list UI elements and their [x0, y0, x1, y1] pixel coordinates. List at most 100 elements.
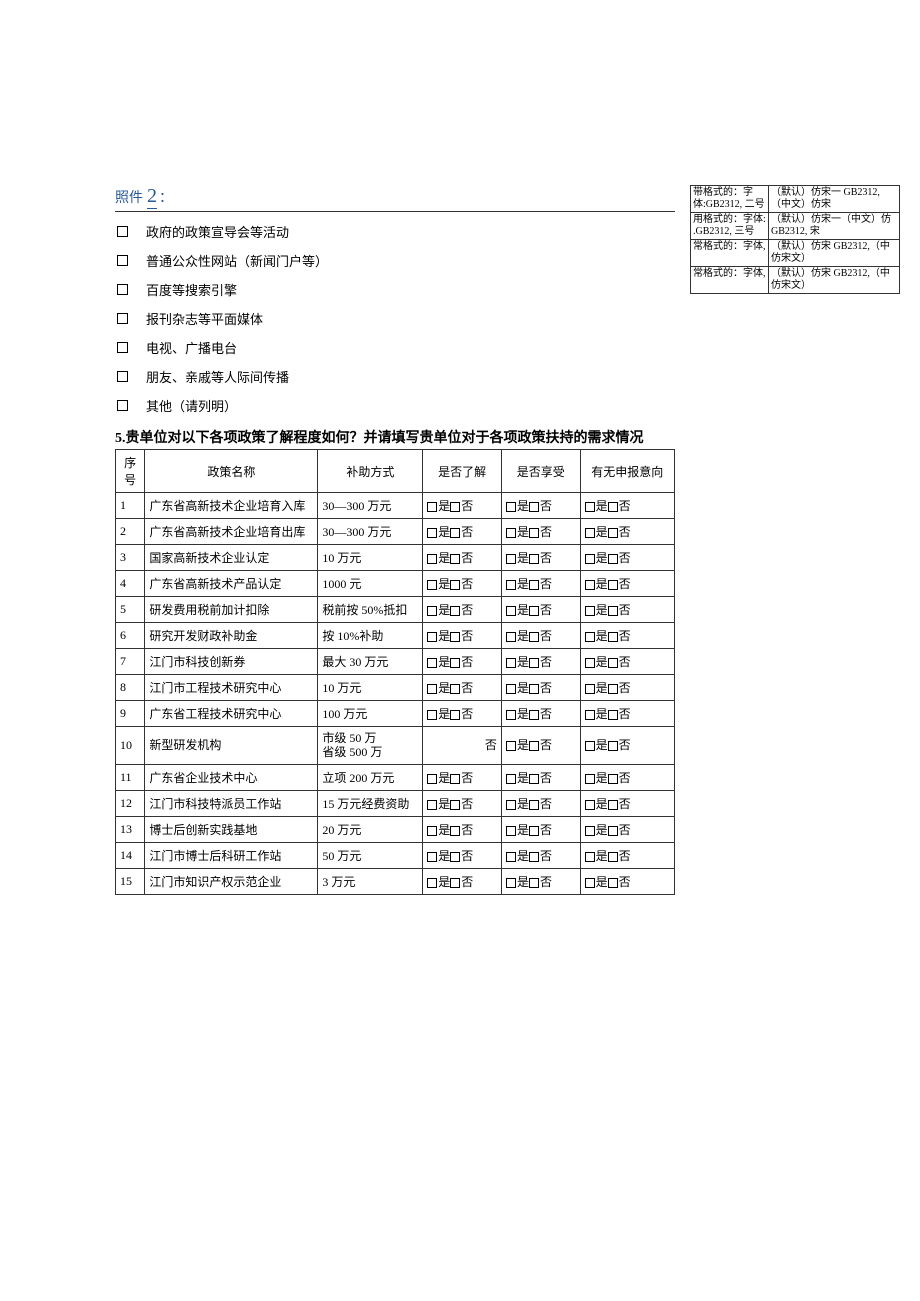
checkbox-icon[interactable] [427, 606, 437, 616]
checkbox-icon[interactable] [506, 826, 516, 836]
checkbox-icon[interactable] [529, 852, 539, 862]
checkbox-icon[interactable] [450, 632, 460, 642]
checkbox-icon[interactable] [529, 554, 539, 564]
checkbox-icon[interactable] [450, 710, 460, 720]
checkbox-icon[interactable] [506, 800, 516, 810]
table-row: 8江门市工程技术研究中心10 万元是否是否是否 [116, 675, 675, 701]
checkbox-icon[interactable] [585, 528, 595, 538]
checkbox-icon[interactable] [608, 800, 618, 810]
checkbox-icon[interactable] [529, 658, 539, 668]
checkbox-icon[interactable] [427, 684, 437, 694]
checkbox-icon[interactable] [450, 502, 460, 512]
checkbox-icon[interactable] [608, 554, 618, 564]
checkbox-icon[interactable] [506, 741, 516, 751]
checkbox-icon[interactable] [427, 878, 437, 888]
checkbox-icon[interactable] [585, 606, 595, 616]
checkbox-icon[interactable] [585, 502, 595, 512]
yn-cell: 是否 [423, 493, 502, 519]
checkbox-icon[interactable] [585, 741, 595, 751]
checkbox-icon[interactable] [608, 826, 618, 836]
checkbox-icon[interactable] [427, 502, 437, 512]
checkbox-icon[interactable] [427, 774, 437, 784]
checkbox-icon[interactable] [450, 606, 460, 616]
checkbox-icon[interactable] [608, 774, 618, 784]
checkbox-icon[interactable] [450, 580, 460, 590]
checkbox-icon[interactable] [608, 852, 618, 862]
checkbox-icon[interactable] [427, 710, 437, 720]
checkbox-icon[interactable] [608, 878, 618, 888]
checkbox-icon[interactable] [608, 528, 618, 538]
checkbox-icon[interactable] [450, 826, 460, 836]
checkbox-icon[interactable] [529, 800, 539, 810]
checkbox-icon[interactable] [529, 826, 539, 836]
checkbox-icon[interactable] [585, 826, 595, 836]
checkbox-icon[interactable] [450, 800, 460, 810]
checkbox-icon[interactable] [117, 313, 128, 324]
checkbox-icon[interactable] [427, 826, 437, 836]
checkbox-icon[interactable] [529, 502, 539, 512]
checkbox-icon[interactable] [450, 528, 460, 538]
checkbox-icon[interactable] [506, 878, 516, 888]
checkbox-icon[interactable] [608, 741, 618, 751]
checkbox-icon[interactable] [450, 774, 460, 784]
checkbox-icon[interactable] [608, 502, 618, 512]
checkbox-icon[interactable] [450, 658, 460, 668]
checkbox-icon[interactable] [117, 226, 128, 237]
checkbox-icon[interactable] [529, 774, 539, 784]
checkbox-icon[interactable] [450, 554, 460, 564]
checkbox-icon[interactable] [608, 658, 618, 668]
checkbox-icon[interactable] [427, 528, 437, 538]
checkbox-icon[interactable] [529, 741, 539, 751]
checkbox-icon[interactable] [529, 580, 539, 590]
checkbox-icon[interactable] [608, 684, 618, 694]
checkbox-icon[interactable] [529, 528, 539, 538]
checkbox-icon[interactable] [529, 632, 539, 642]
yn-cell: 是否 [580, 701, 674, 727]
checkbox-icon[interactable] [608, 606, 618, 616]
checkbox-icon[interactable] [529, 878, 539, 888]
checkbox-icon[interactable] [427, 658, 437, 668]
checkbox-icon[interactable] [506, 580, 516, 590]
checkbox-icon[interactable] [585, 774, 595, 784]
checkbox-icon[interactable] [529, 606, 539, 616]
checkbox-icon[interactable] [450, 684, 460, 694]
checkbox-icon[interactable] [427, 554, 437, 564]
checkbox-icon[interactable] [585, 878, 595, 888]
checkbox-icon[interactable] [506, 606, 516, 616]
checkbox-icon[interactable] [585, 800, 595, 810]
checkbox-icon[interactable] [585, 658, 595, 668]
checkbox-icon[interactable] [585, 632, 595, 642]
checkbox-icon[interactable] [506, 658, 516, 668]
checkbox-icon[interactable] [585, 710, 595, 720]
checkbox-icon[interactable] [117, 255, 128, 266]
checkbox-icon[interactable] [585, 684, 595, 694]
checkbox-icon[interactable] [506, 632, 516, 642]
checkbox-icon[interactable] [117, 342, 128, 353]
sn-cell: 12 [116, 790, 145, 816]
checkbox-icon[interactable] [506, 528, 516, 538]
checkbox-icon[interactable] [427, 632, 437, 642]
checkbox-icon[interactable] [117, 400, 128, 411]
checkbox-icon[interactable] [506, 502, 516, 512]
checkbox-icon[interactable] [506, 554, 516, 564]
checkbox-icon[interactable] [427, 580, 437, 590]
checkbox-icon[interactable] [450, 878, 460, 888]
checkbox-icon[interactable] [117, 371, 128, 382]
checkbox-icon[interactable] [529, 684, 539, 694]
checkbox-icon[interactable] [608, 710, 618, 720]
checkbox-icon[interactable] [427, 800, 437, 810]
checkbox-icon[interactable] [608, 632, 618, 642]
checkbox-icon[interactable] [506, 774, 516, 784]
checkbox-icon[interactable] [117, 284, 128, 295]
checkbox-icon[interactable] [506, 710, 516, 720]
checkbox-icon[interactable] [450, 852, 460, 862]
checkbox-icon[interactable] [529, 710, 539, 720]
checkbox-icon[interactable] [427, 852, 437, 862]
checkbox-icon[interactable] [585, 852, 595, 862]
checkbox-icon[interactable] [506, 684, 516, 694]
checkbox-icon[interactable] [585, 554, 595, 564]
checkbox-icon[interactable] [585, 580, 595, 590]
checkbox-icon[interactable] [506, 852, 516, 862]
name-cell: 博士后创新实践基地 [145, 816, 318, 842]
checkbox-icon[interactable] [608, 580, 618, 590]
